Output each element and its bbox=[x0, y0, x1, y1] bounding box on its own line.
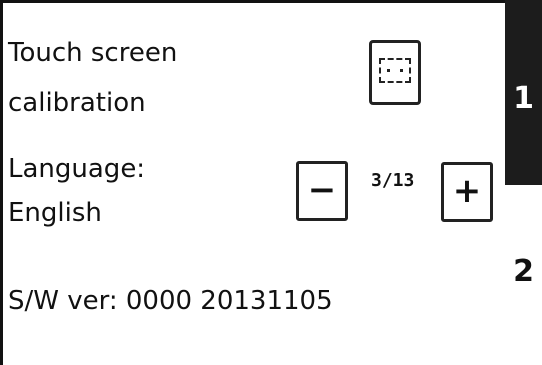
language-previous-button[interactable]: − bbox=[296, 161, 348, 221]
tab-page-2-label: 2 bbox=[513, 254, 534, 289]
language-next-button[interactable]: + bbox=[441, 162, 493, 222]
tab-page-1-label: 1 bbox=[513, 81, 534, 116]
screen-frame-left bbox=[0, 0, 3, 365]
language-label: Language: bbox=[8, 154, 146, 184]
touch-calibration-label-line1: Touch screen bbox=[8, 38, 178, 68]
tab-page-1[interactable]: 1 bbox=[505, 0, 542, 185]
language-index: 3/13 bbox=[371, 170, 415, 191]
touch-calibration-button[interactable] bbox=[369, 40, 421, 105]
software-version: S/W ver: 0000 20131105 bbox=[8, 286, 333, 316]
touch-calibration-icon bbox=[379, 58, 411, 83]
tab-page-2[interactable]: 2 bbox=[505, 255, 542, 295]
language-value: English bbox=[8, 198, 102, 228]
screen-frame-top bbox=[0, 0, 505, 3]
touch-calibration-label-line2: calibration bbox=[8, 88, 146, 118]
